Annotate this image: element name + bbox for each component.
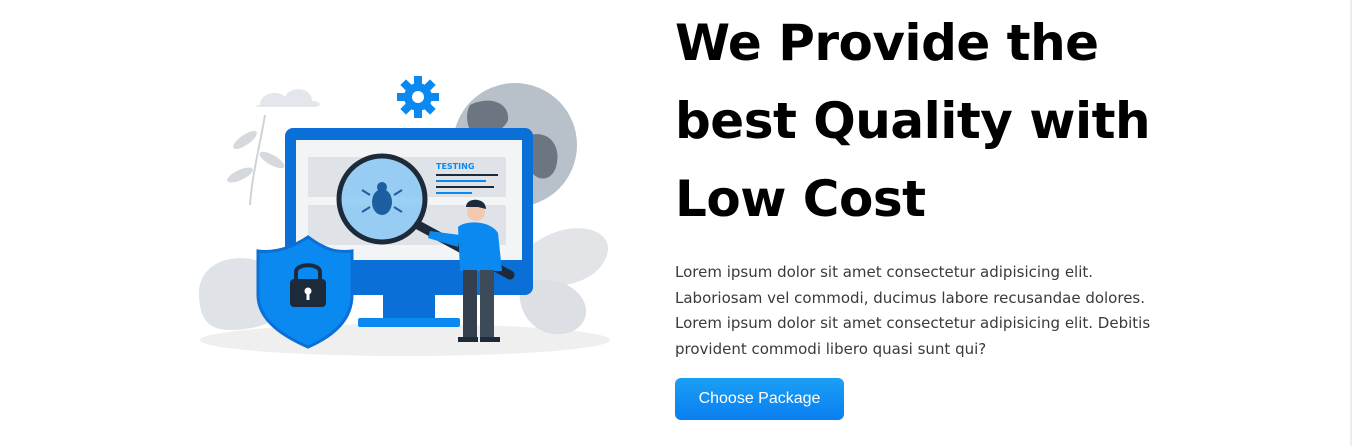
headline-line: We Provide the bbox=[675, 14, 1099, 72]
screen-line-3 bbox=[436, 186, 494, 188]
monitor-neck bbox=[383, 295, 435, 320]
monitor-base bbox=[358, 318, 460, 327]
screen-label: TESTING bbox=[436, 162, 474, 171]
testing-illustration-svg: TESTING bbox=[198, 76, 610, 356]
description-line: Lorem ipsum dolor sit amet consectetur a… bbox=[675, 314, 1151, 332]
choose-package-button[interactable]: Choose Package bbox=[675, 378, 844, 420]
headline-line: Low Cost bbox=[675, 170, 926, 228]
headline-line: best Quality with bbox=[675, 92, 1151, 150]
plant-leaf-3 bbox=[227, 167, 253, 183]
gear-icon bbox=[397, 76, 439, 118]
description-line: provident commodi libero quasi sunt qui? bbox=[675, 339, 987, 358]
hero-headline: We Provide the best Quality with Low Cos… bbox=[675, 0, 1215, 238]
description-line: Lorem ipsum dolor sit amet consectetur a… bbox=[675, 263, 1094, 281]
screen-line-4 bbox=[436, 192, 472, 194]
plant-leaf-2 bbox=[259, 151, 285, 169]
description-line: Laboriosam vel commodi, ducimus labore r… bbox=[675, 288, 1146, 307]
screen-line-2 bbox=[436, 180, 486, 182]
hero-description: Lorem ipsum dolor sit amet consectetur a… bbox=[675, 260, 1195, 362]
plant-leaf-1 bbox=[233, 130, 257, 150]
leaf-right-top bbox=[520, 228, 609, 286]
cloud-icon bbox=[255, 89, 320, 107]
screen-line-1 bbox=[436, 174, 498, 176]
hero-content: We Provide the best Quality with Low Cos… bbox=[675, 0, 1215, 362]
software-testing-illustration: TESTING bbox=[190, 75, 620, 365]
plant-stalk bbox=[249, 114, 266, 206]
